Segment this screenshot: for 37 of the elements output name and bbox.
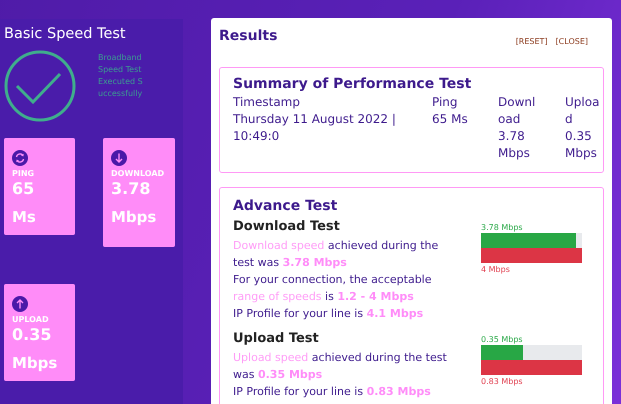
result-sentence: Download speed achieved during the test was 3.78 Mbps — [233, 238, 440, 271]
result-sentence: For your connection, the acceptable range of speeds is 1.2 - 4 Mbps — [233, 272, 433, 305]
metric-value: 0.35 — [12, 325, 52, 345]
column-header: Upload — [565, 94, 600, 128]
result-sentence: IP Profile for your line is 0.83 Mbps — [233, 384, 432, 400]
metric-value: 65 — [12, 179, 36, 199]
action-link[interactable]: [RESET] — [516, 37, 548, 46]
speed-label: 4 Mbps — [481, 265, 511, 275]
action-link[interactable]: [CLOSE] — [556, 37, 588, 46]
column-header: Download — [498, 94, 536, 128]
results-title: Results — [219, 28, 278, 44]
section-title: Advance Test — [233, 197, 338, 216]
metric-label: PING — [12, 168, 36, 179]
status-message: Broadband Speed Test Executed Successfully — [98, 52, 144, 100]
section-title: Summary of Performance Test — [233, 75, 472, 94]
refresh-icon — [12, 150, 28, 166]
test-title: Upload Test — [233, 330, 320, 348]
metric-value: 3.78 — [111, 179, 152, 199]
test-title: Download Test — [233, 218, 341, 236]
metric-unit: Ms — [12, 207, 37, 227]
speed-label: 3.78 Mbps — [481, 223, 524, 233]
column-value: Thursday 11 August 2022 | 10:49:0 — [233, 111, 397, 145]
result-sentence: Upload speed achieved during the test was 0.35 Mbps — [233, 350, 448, 383]
column-value: 0.35 Mbps — [565, 128, 598, 162]
column-header: Ping — [432, 94, 459, 111]
column-value: 65 Ms — [432, 111, 469, 128]
column-value: 3.78 Mbps — [498, 128, 531, 162]
panel-title: Basic Speed Test — [3, 25, 127, 43]
result-sentence: IP Profile for your line is 4.1 Mbps — [233, 306, 424, 322]
check-circle-icon — [4, 50, 76, 122]
speed-label: 0.35 Mbps — [481, 335, 524, 345]
column-header: Timestamp — [233, 94, 301, 111]
metric-label: DOWNLOAD — [111, 168, 166, 179]
metric-unit: Mbps — [12, 353, 58, 373]
metric-unit: Mbps — [111, 207, 158, 227]
metric-label: UPLOAD — [12, 314, 50, 325]
speed-label: 0.83 Mbps — [481, 377, 524, 387]
